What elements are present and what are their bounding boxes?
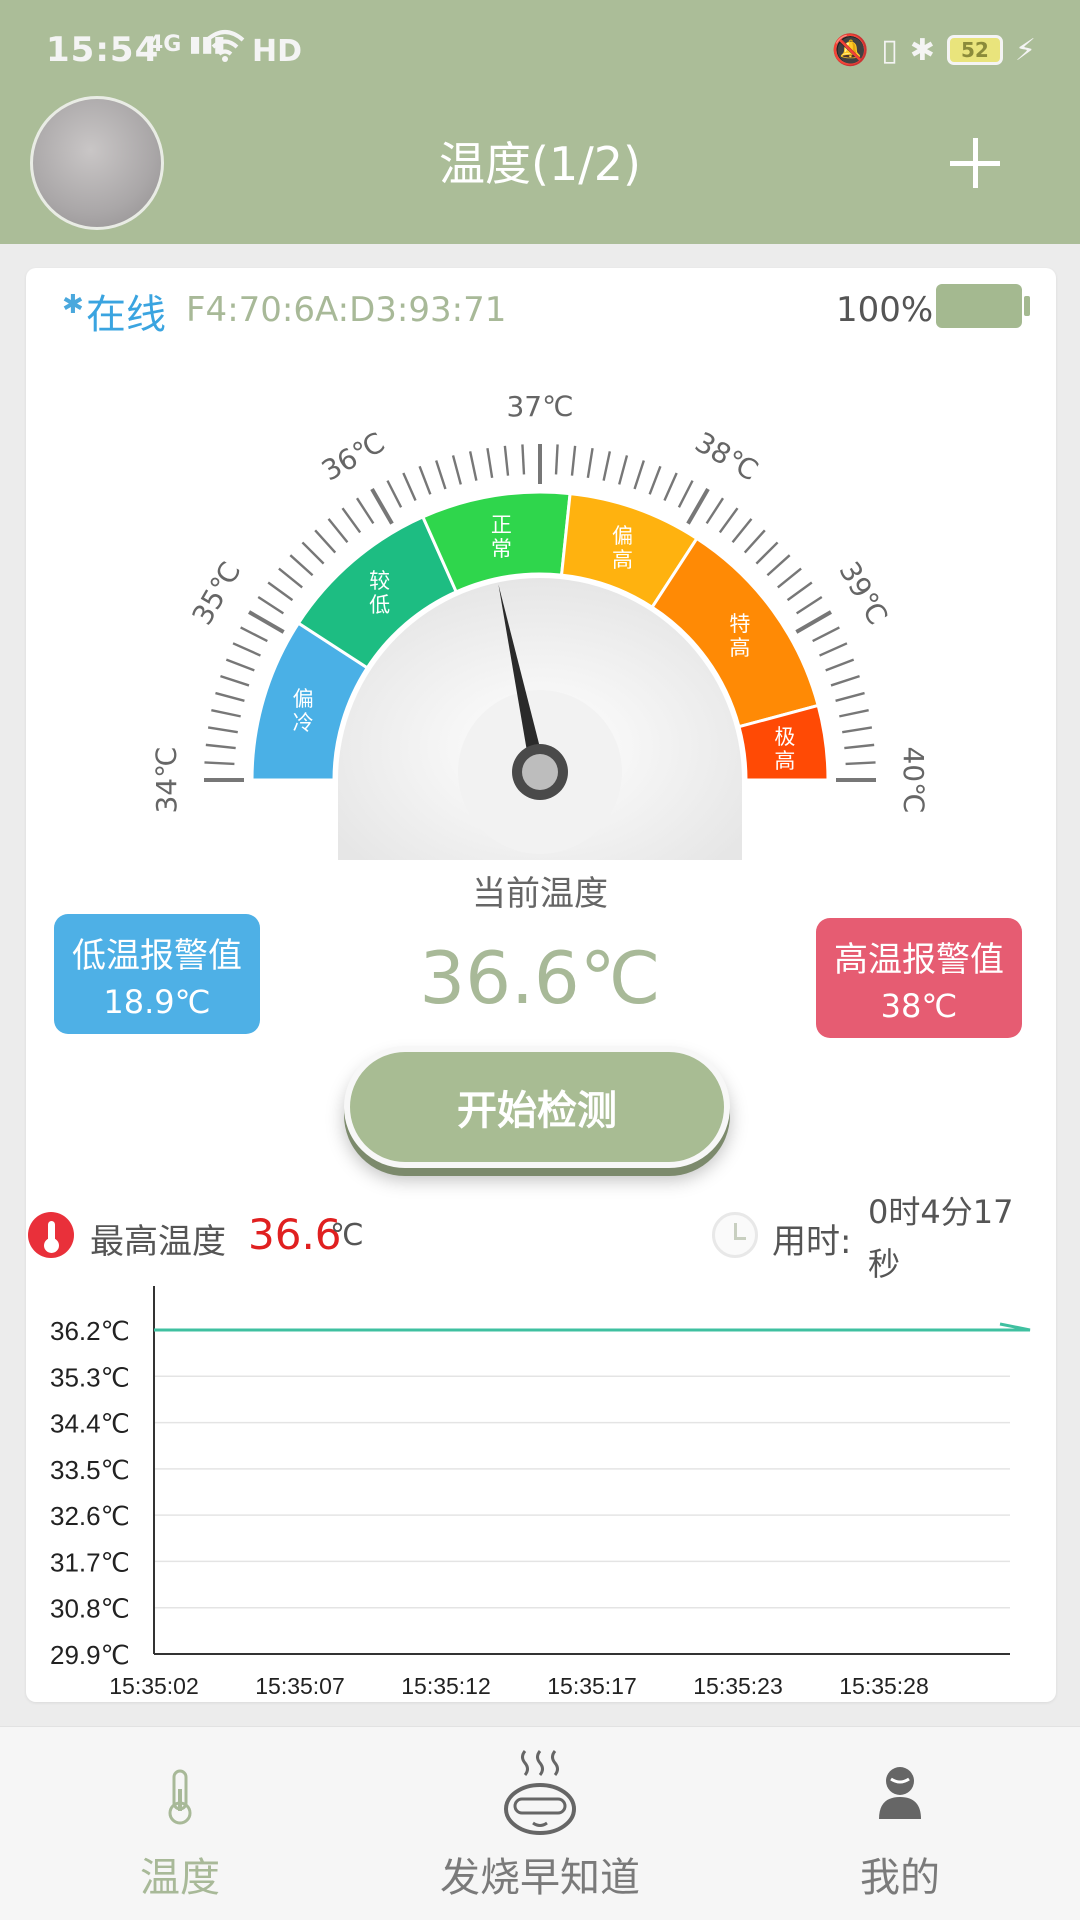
device-battery-percent: 100% xyxy=(836,290,934,330)
plus-icon[interactable] xyxy=(950,138,1000,188)
bluetooth-icon: ✱ xyxy=(909,32,935,68)
tab-mine-label: 我的 xyxy=(860,1855,940,1901)
tab-fever-know[interactable]: 发烧早知道 xyxy=(360,1727,720,1920)
clock-icon xyxy=(712,1212,758,1258)
start-detect-button[interactable]: 开始检测 xyxy=(344,1046,730,1168)
status-time: 15:54 xyxy=(46,30,160,70)
mute-icon: 🔕 xyxy=(831,32,870,68)
status-bar: 15:54 4G ▮▮▮ HD 🔕 ▯ ✱ 52 ⚡ xyxy=(0,0,1080,100)
max-temp-value: 36.6 xyxy=(248,1210,342,1259)
hd-label: HD xyxy=(252,34,303,69)
status-icons: 🔕 ▯ ✱ 52 ⚡ xyxy=(832,30,1036,70)
low-alarm-button[interactable]: 低温报警值 18.9℃ xyxy=(54,914,260,1034)
high-alarm-title: 高温报警值 xyxy=(834,940,1004,980)
max-temp-label: 最高温度 xyxy=(90,1222,226,1262)
current-temp-label: 当前温度 xyxy=(472,874,608,914)
tab-temperature-label: 温度 xyxy=(140,1855,220,1901)
charging-icon: ⚡ xyxy=(1014,32,1036,68)
thermometer-icon xyxy=(28,1212,74,1258)
bottom-tab-bar: 温度 发烧早知道 我的 xyxy=(0,1726,1080,1920)
bluetooth-small-icon: ✱ xyxy=(62,290,84,320)
baby-face-icon xyxy=(504,1750,576,1835)
connection-status: 在线 xyxy=(86,292,166,338)
tab-fever-know-label: 发烧早知道 xyxy=(440,1855,640,1901)
person-icon xyxy=(879,1767,921,1819)
low-alarm-value: 18.9℃ xyxy=(103,983,211,1021)
tab-mine[interactable]: 我的 xyxy=(720,1727,1080,1920)
page-title: 温度(1/2) xyxy=(439,137,641,191)
vibrate-icon: ▯ xyxy=(881,32,898,68)
battery-icon: 52 xyxy=(946,35,1003,65)
elapsed-time-value: 0时4分17秒 xyxy=(868,1193,1014,1283)
tab-temperature[interactable]: 温度 xyxy=(0,1727,360,1920)
app-header: 15:54 4G ▮▮▮ HD 🔕 ▯ ✱ 52 ⚡ 温度(1/2) xyxy=(0,0,1080,244)
wifi-icon xyxy=(205,30,245,62)
device-battery-icon xyxy=(936,284,1030,328)
high-alarm-value: 38℃ xyxy=(880,987,958,1025)
low-alarm-title: 低温报警值 xyxy=(72,936,242,976)
device-mac: F4:70:6A:D3:93:71 xyxy=(186,290,507,330)
high-alarm-button[interactable]: 高温报警值 38℃ xyxy=(816,918,1022,1038)
thermometer-icon xyxy=(168,1769,192,1825)
elapsed-time-label: 用时: xyxy=(772,1222,852,1262)
max-temp-unit: ℃ xyxy=(330,1218,364,1253)
